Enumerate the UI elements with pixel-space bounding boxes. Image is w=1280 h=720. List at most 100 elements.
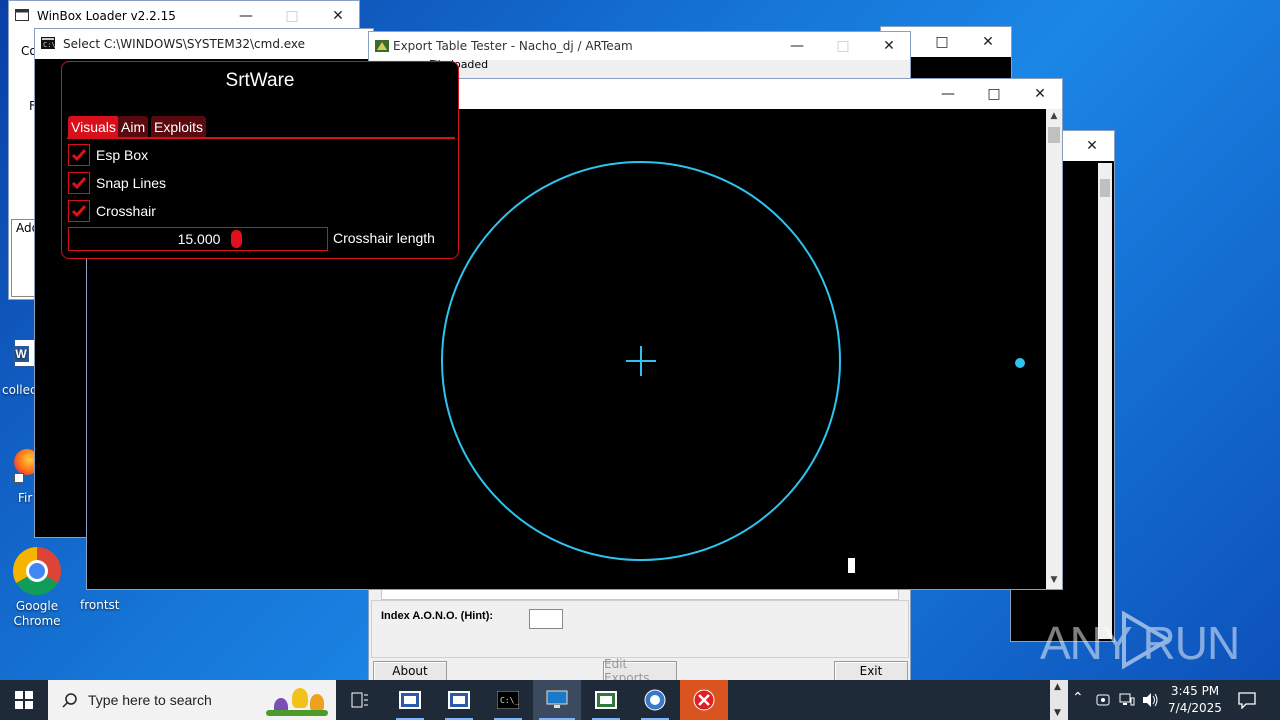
volume-icon[interactable] [1142,692,1160,708]
checkbox[interactable] [68,144,90,166]
tab-divider [67,137,455,139]
taskbar-app-winbox[interactable] [386,680,434,720]
taskbar-app-export-tester[interactable] [582,680,630,720]
export-tester-title: Export Table Tester - Nacho_dj / ARTeam [393,39,633,53]
option-label: Esp Box [96,147,149,163]
maximize-button[interactable]: □ [269,1,315,31]
taskbar: Type here to search C:\_ ▲ ▼ ⌃ 3:45 PM 7… [0,680,1280,720]
checkbox[interactable] [68,172,90,194]
scroll-down-icon[interactable]: ▼ [1048,575,1060,587]
slider-thumb[interactable] [231,230,242,248]
anyrun-watermark: ANY RUN [1040,608,1240,672]
desktop-icon-label: frontst [80,598,120,612]
taskbar-app-winbox-2[interactable] [435,680,483,720]
maximize-button[interactable]: □ [820,32,866,60]
scroll-up-icon[interactable]: ▲ [1048,111,1060,123]
desktop-icon-label: collec [2,383,37,397]
cmd-title: Select C:\WINDOWS\SYSTEM32\cmd.exe [63,37,306,51]
desktop-icon-label: Google Chrome [13,599,61,628]
start-button[interactable] [0,680,48,720]
close-button[interactable]: ✕ [1017,79,1063,109]
winbox-titlebar[interactable]: WinBox Loader v2.2.15 — □ ✕ [9,1,359,31]
crosshair-length-slider[interactable]: 15.000 [68,227,328,251]
checkmark-icon [71,205,87,218]
taskbar-app-cmd[interactable]: C:\_ [484,680,532,720]
winbox-app-icon [399,691,421,709]
srtware-title: SrtWare [225,70,295,91]
export-tester-titlebar[interactable]: Export Table Tester - Nacho_dj / ARTeam … [369,32,910,60]
cmd-titlebar[interactable]: C:\ Select C:\WINDOWS\SYSTEM32\cmd.exe [35,29,373,59]
desktop-icon-file[interactable]: frontst [76,590,120,620]
chevron-down-icon[interactable]: ▼ [1054,708,1061,718]
search-icon [62,693,77,708]
tray-overflow-icon[interactable]: ⌃ [1072,690,1084,706]
chevron-up-icon[interactable]: ▲ [1054,682,1061,692]
task-view-icon [351,692,368,708]
taskbar-app-globe[interactable] [631,680,679,720]
task-view-button[interactable] [336,680,384,720]
winbox-title: WinBox Loader v2.2.15 [37,9,176,23]
desktop-icon-label: Fir [18,491,33,505]
export-tester-icon [595,691,617,709]
window-app-icon [15,9,29,21]
white-marker [848,558,855,573]
cmd-icon: C:\ [41,37,55,49]
exit-button[interactable]: Exit [834,661,908,681]
desktop-icon-chrome[interactable]: Google Chrome [8,545,66,628]
taskbar-app-game[interactable] [533,680,581,720]
option-snap-lines[interactable]: Snap Lines [68,171,166,195]
scrollbar[interactable] [1098,163,1112,639]
taskbar-app-error[interactable] [680,680,728,720]
clock-time: 3:45 PM [1170,684,1220,698]
checkbox[interactable] [68,200,90,222]
maximize-button[interactable]: □ [971,79,1017,109]
flowers-icon [266,684,328,718]
maximize-button[interactable]: □ [919,27,965,57]
minimize-button[interactable]: — [925,79,971,109]
scrollbar[interactable]: ▲ ▼ [1046,109,1062,589]
chrome-icon [13,547,61,595]
edit-exports-button[interactable]: Edit Exports [603,657,677,685]
windows-logo-icon [15,691,33,709]
tab-exploits[interactable]: Exploits [151,116,207,138]
target-dot [1015,358,1025,368]
error-icon [693,689,715,711]
monitor-icon [546,690,568,708]
about-button[interactable]: About [373,661,447,681]
minimize-button[interactable]: — [223,1,269,31]
option-label: Snap Lines [96,175,167,191]
srtware-menu[interactable]: SrtWare Visuals Aim Exploits Esp Box Sna… [61,61,459,259]
close-button[interactable]: ✕ [315,1,361,31]
checkmark-icon [71,177,87,190]
tab-aim[interactable]: Aim [118,116,149,138]
scroll-thumb[interactable] [1048,127,1060,143]
option-crosshair[interactable]: Crosshair [68,199,156,223]
clock[interactable]: 3:45 PM 7/4/2025 [1166,683,1224,717]
game-titlebar[interactable]: — □ ✕ [459,79,1062,109]
cmd-icon: C:\_ [497,691,519,709]
tab-visuals[interactable]: Visuals [68,116,119,138]
close-button[interactable]: ✕ [866,32,912,60]
group-frame [371,600,909,658]
shortcut-arrow-icon [14,473,24,483]
search-box[interactable]: Type here to search [48,680,336,720]
globe-icon [644,689,666,711]
search-placeholder: Type here to search [88,692,212,708]
clock-date: 7/4/2025 [1168,701,1222,715]
slider-value: 15.000 [177,231,221,247]
minimize-button[interactable]: — [774,32,820,60]
play-icon [1122,610,1172,670]
option-esp-box[interactable]: Esp Box [68,143,148,167]
notification-icon[interactable] [1238,691,1256,709]
option-label: Crosshair [96,203,156,219]
winbox-app-icon [448,691,470,709]
network-icon[interactable] [1119,692,1135,708]
checkmark-icon [71,149,87,162]
app-icon [375,40,389,52]
close-button[interactable]: ✕ [965,27,1011,57]
device-icon[interactable] [1096,692,1110,708]
svg-text:C:\_: C:\_ [500,696,519,705]
taskbar-scroll[interactable]: ▲ ▼ [1050,680,1068,720]
svg-text:C:\: C:\ [43,41,55,49]
close-button[interactable]: ✕ [1069,131,1115,161]
